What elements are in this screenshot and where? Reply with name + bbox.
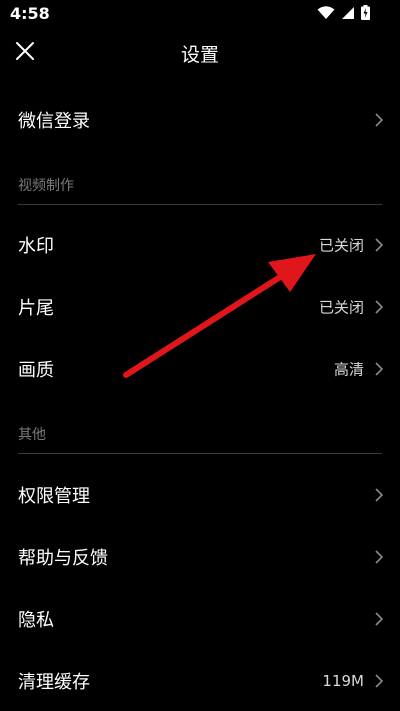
status-time: 4:58	[10, 4, 50, 23]
section-header-other: 其他	[18, 427, 46, 443]
chevron-right-icon	[375, 113, 384, 127]
settings-row-wechat-login[interactable]: 微信登录	[0, 94, 400, 146]
chevron-right-icon	[375, 612, 384, 626]
settings-row-feedback[interactable]: 帮助与反馈	[0, 531, 400, 583]
row-value: 高清	[333, 360, 364, 379]
row-label: 微信登录	[18, 111, 90, 132]
row-value: 119M	[322, 672, 364, 690]
chevron-right-icon	[375, 300, 384, 314]
row-label: 帮助与反馈	[18, 548, 108, 569]
chevron-right-icon	[375, 550, 384, 564]
row-label: 隐私	[18, 610, 54, 631]
row-label: 片尾	[18, 298, 54, 319]
wifi-icon	[317, 5, 335, 19]
chevron-right-icon	[375, 674, 384, 688]
page-title: 设置	[180, 44, 219, 66]
divider	[18, 453, 382, 454]
settings-row-privacy[interactable]: 隐私	[0, 593, 400, 645]
status-icons	[317, 5, 370, 20]
row-label: 清理缓存	[18, 672, 90, 693]
settings-row-clear-cache[interactable]: 清理缓存 119M	[0, 655, 400, 707]
chevron-right-icon	[375, 488, 384, 502]
signal-icon	[342, 6, 354, 19]
row-label: 权限管理	[18, 486, 90, 507]
section-header-video: 视频制作	[18, 178, 74, 194]
chevron-right-icon	[375, 362, 384, 376]
settings-row-ending[interactable]: 片尾 已关闭	[0, 281, 400, 333]
battery-charging-icon	[361, 5, 370, 20]
settings-row-permissions[interactable]: 权限管理	[0, 469, 400, 521]
status-bar: 4:58	[0, 0, 400, 28]
settings-row-watermark[interactable]: 水印 已关闭	[0, 219, 400, 271]
divider	[18, 204, 382, 205]
nav-bar: 设置	[0, 28, 400, 78]
row-label: 水印	[18, 236, 54, 257]
chevron-right-icon	[375, 238, 384, 252]
row-label: 画质	[18, 360, 54, 381]
settings-row-quality[interactable]: 画质 高清	[0, 343, 400, 395]
row-value: 已关闭	[318, 236, 364, 255]
row-value: 已关闭	[318, 298, 364, 317]
